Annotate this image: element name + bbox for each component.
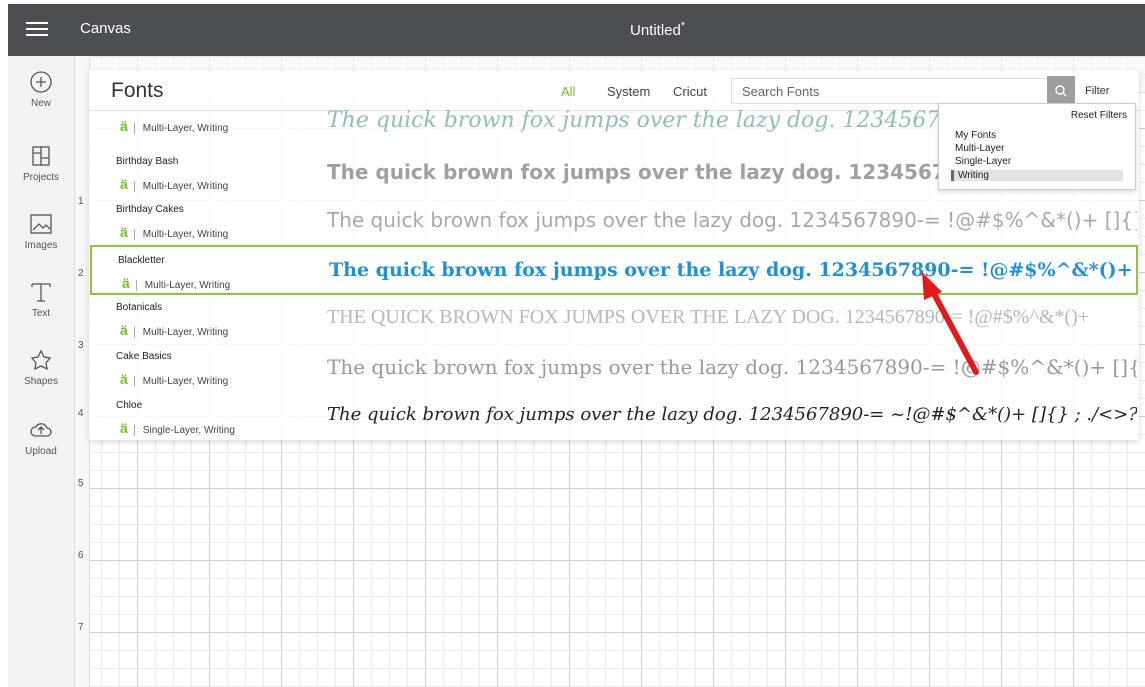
text-t-icon	[31, 283, 51, 302]
font-sample: The quick brown fox jumps over the lazy …	[327, 404, 1137, 425]
sidebar-item-label: Shapes	[24, 376, 58, 387]
sidebar-item-upload[interactable]: Upload	[8, 418, 74, 457]
sidebar-item-label: Images	[24, 240, 58, 251]
font-tags: ä Multi-Layer, Writing	[122, 275, 230, 291]
font-tags: ä Single-Layer, Writing	[120, 420, 235, 436]
sidebar-item-shapes[interactable]: Shapes	[8, 348, 74, 387]
font-tags: ä Multi-Layer, Writing	[120, 176, 228, 192]
font-sample: The quick brown fox jumps over the lazy …	[329, 259, 1139, 281]
tab-all[interactable]: All	[561, 84, 575, 99]
ruler-number: 5	[78, 478, 84, 489]
font-sample: The quick brown fox jumps over the lazy …	[327, 355, 1137, 379]
font-row[interactable]: Birthday Cakes ä Multi-Layer, Writing The…	[90, 196, 1138, 246]
font-sample: The quick brown fox jumps over the lazy …	[327, 208, 1137, 232]
vertical-ruler: 1 2 3 4 5 6 7	[75, 56, 90, 687]
cricut-access-icon: ä	[120, 420, 128, 436]
ruler-number: 7	[78, 622, 84, 633]
ruler-number: 4	[78, 408, 84, 419]
cricut-access-icon: ä	[120, 176, 128, 192]
filter-option-my-fonts[interactable]: My Fonts	[951, 130, 1123, 141]
font-tags-text: Multi-Layer, Writing	[142, 229, 229, 240]
sidebar-item-label: Upload	[25, 446, 57, 457]
font-name: Blackletter	[118, 255, 165, 266]
top-bar: Canvas Untitled*	[8, 4, 1145, 56]
font-tags: ä Multi-Layer, Writing	[120, 118, 228, 134]
tab-cricut[interactable]: Cricut	[673, 84, 707, 99]
image-icon	[30, 214, 52, 234]
font-row[interactable]: Chloe ä Single-Layer, Writing The quick b…	[90, 392, 1138, 442]
font-name: Botanicals	[116, 302, 163, 313]
ruler-number: 6	[78, 550, 84, 561]
cricut-access-icon: ä	[122, 275, 130, 291]
sidebar-item-images[interactable]: Images	[8, 212, 74, 251]
sidebar-item-projects[interactable]: Projects	[8, 144, 74, 183]
ruler-number: 2	[78, 268, 84, 279]
menu-icon[interactable]	[26, 18, 48, 40]
font-row[interactable]: Botanicals ä Multi-Layer, Writing THE QUI…	[90, 294, 1138, 344]
search-button[interactable]	[1047, 76, 1075, 106]
filter-option-single-layer[interactable]: Single-Layer	[951, 156, 1123, 167]
font-tags: ä Multi-Layer, Writing	[120, 224, 228, 240]
panel-title: Fonts	[111, 79, 164, 102]
unsaved-indicator: *	[680, 20, 686, 32]
left-sidebar: New Projects Images Text Shapes Upload	[8, 56, 75, 687]
reset-filters-button[interactable]: Reset Filters	[1071, 110, 1127, 121]
font-name: Birthday Cakes	[116, 204, 184, 215]
app-title: Canvas	[80, 20, 131, 37]
cricut-access-icon: ä	[120, 118, 128, 134]
sidebar-item-new[interactable]: New	[8, 70, 74, 109]
ruler-number: 1	[78, 196, 84, 207]
font-row-selected[interactable]: Blackletter ä Multi-Layer, Writing The qu…	[90, 245, 1139, 295]
tab-system[interactable]: System	[607, 84, 650, 99]
font-tags-text: Multi-Layer, Writing	[142, 376, 229, 387]
font-sample: THE QUICK BROWN FOX JUMPS OVER THE LAZY …	[327, 306, 1090, 328]
sidebar-item-label: Projects	[22, 172, 60, 183]
font-tags-text: Multi-Layer, Writing	[142, 123, 229, 134]
font-tags-text: Multi-Layer, Writing	[144, 280, 231, 291]
font-tags-text: Multi-Layer, Writing	[142, 327, 229, 338]
sidebar-item-text[interactable]: Text	[8, 280, 74, 319]
font-name: Chloe	[116, 400, 143, 411]
font-name: Birthday Bash	[116, 156, 179, 167]
sidebar-item-label: Text	[31, 308, 51, 319]
plus-circle-icon	[30, 71, 52, 93]
font-name: Cake Basics	[116, 351, 172, 362]
projects-icon	[32, 146, 50, 166]
ruler-number: 3	[78, 340, 84, 351]
filter-option-multi-layer[interactable]: Multi-Layer	[951, 143, 1123, 154]
cricut-access-icon: ä	[120, 224, 128, 240]
search-input[interactable]	[731, 78, 1049, 104]
font-tags: ä Multi-Layer, Writing	[120, 371, 228, 387]
document-title[interactable]: Untitled*	[630, 20, 685, 39]
font-tags-text: Multi-Layer, Writing	[142, 181, 229, 192]
filter-dropdown: Reset Filters My Fonts Multi-Layer Singl…	[938, 103, 1136, 190]
filter-option-writing[interactable]: Writing	[951, 170, 1123, 181]
font-row[interactable]: Cake Basics ä Multi-Layer, Writing The qu…	[90, 343, 1138, 393]
cricut-access-icon: ä	[120, 322, 128, 338]
upload-cloud-icon	[30, 423, 52, 437]
filter-button[interactable]: Filter	[1085, 85, 1109, 97]
search-icon	[1055, 85, 1067, 97]
shapes-icon	[30, 349, 52, 371]
font-tags: ä Multi-Layer, Writing	[120, 322, 228, 338]
font-tags-text: Single-Layer, Writing	[142, 425, 235, 436]
sidebar-item-label: New	[30, 98, 51, 109]
cricut-access-icon: ä	[120, 371, 128, 387]
document-title-text: Untitled	[630, 22, 681, 39]
